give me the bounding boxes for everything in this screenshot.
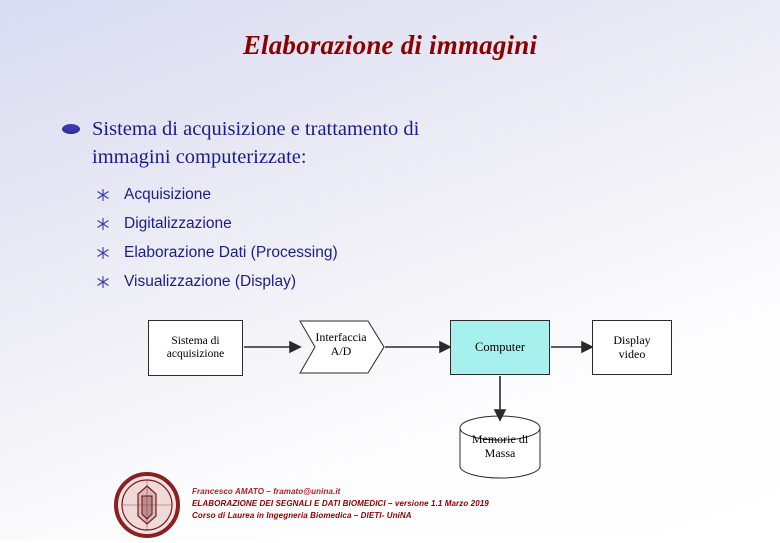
sub-bullet-label: Elaborazione Dati (Processing) — [124, 243, 338, 261]
footer-line-course-code: ELABORAZIONE DEI SEGNALI E DATI BIOMEDIC… — [192, 499, 489, 508]
list-item: Acquisizione — [96, 180, 616, 209]
arrow-computer-to-display — [551, 340, 594, 354]
diagram-box-interfaccia: Interfaccia A/D — [300, 320, 382, 370]
line2: Massa — [484, 446, 516, 460]
arrow-computer-to-memorie — [493, 376, 507, 422]
star-bullet-icon — [96, 217, 110, 231]
star-bullet-icon — [96, 246, 110, 260]
line2: A/D — [330, 344, 352, 358]
diagram-box-memorie: Memorie di Massa — [460, 418, 540, 476]
line1: Sistema di — [171, 334, 220, 347]
arrow-interfaccia-to-computer — [385, 340, 452, 354]
footer-line-program: Corso di Laurea in Ingegneria Biomedica … — [192, 511, 412, 520]
diagram-box-display: Display video — [592, 320, 672, 375]
line2: acquisizione — [166, 348, 225, 360]
line1: Display — [613, 332, 651, 347]
diagram-box-display-label: Display video — [613, 332, 651, 362]
star-bullet-icon — [96, 275, 110, 289]
list-item: Elaborazione Dati (Processing) — [96, 238, 616, 267]
main-bullet-line2: immagini computerizzate: — [92, 145, 307, 168]
list-item: Visualizzazione (Display) — [96, 267, 616, 296]
diagram-box-computer-label: Computer — [475, 340, 525, 355]
sub-bullet-label: Digitalizzazione — [124, 214, 232, 232]
oval-bullet-icon — [62, 124, 80, 134]
university-crest-logo — [112, 472, 182, 538]
star-bullet-icon — [96, 188, 110, 202]
diagram-box-acquisizione-label: Sistema di acquisizione — [167, 335, 224, 361]
line1: Interfaccia — [315, 330, 367, 345]
list-item: Digitalizzazione — [96, 209, 616, 238]
diagram-box-computer: Computer — [450, 320, 550, 375]
arrow-acquisizione-to-interfaccia — [244, 340, 302, 354]
main-bullet-line1: Sistema di acquisizione e trattamento di — [92, 118, 420, 140]
line2: video — [618, 346, 646, 361]
sub-bullet-list: Acquisizione Digitalizzazione Elaborazio… — [96, 180, 616, 296]
sub-bullet-label: Visualizzazione (Display) — [124, 272, 297, 290]
main-bullet-text: Sistema di acquisizione e trattamento di… — [92, 116, 592, 171]
footer: Francesco AMATO – framato@unina.it ELABO… — [192, 486, 489, 522]
diagram-box-interfaccia-label: Interfaccia A/D — [315, 330, 367, 359]
diagram-box-acquisizione: Sistema di acquisizione — [148, 320, 243, 376]
sub-bullet-label: Acquisizione — [124, 185, 212, 203]
line1: Memorie di — [471, 432, 529, 447]
page-title: Elaborazione di immagini — [242, 30, 538, 60]
main-bullet: Sistema di acquisizione e trattamento di… — [62, 116, 607, 171]
footer-line-author: Francesco AMATO – framato@unina.it — [192, 487, 341, 496]
slide: Elaborazione di immagini Sistema di acqu… — [0, 0, 780, 540]
diagram-box-memorie-label: Memorie di Massa — [471, 432, 529, 461]
